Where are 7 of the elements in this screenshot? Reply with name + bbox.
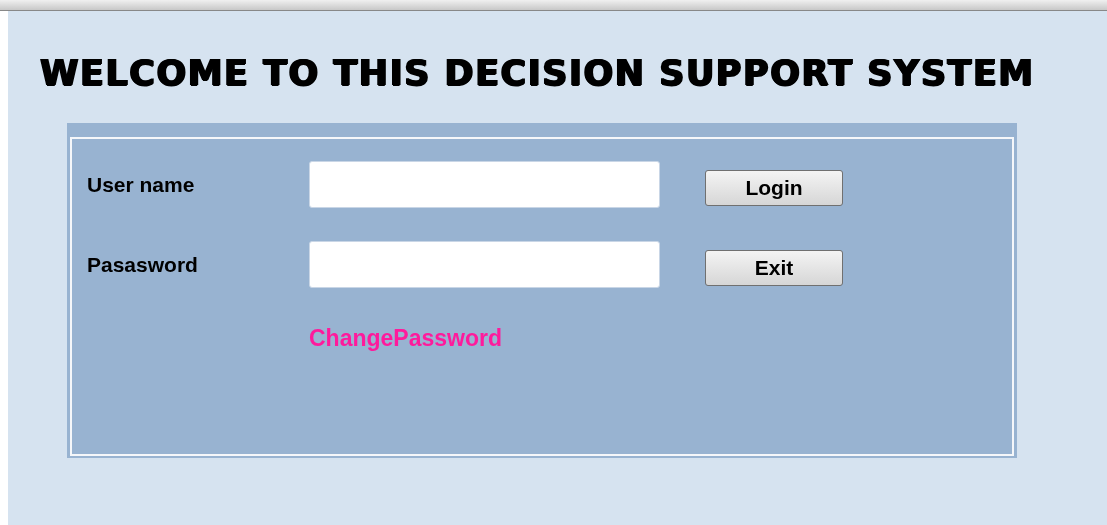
field-label: User name — [87, 171, 196, 198]
exit-button[interactable]: Exit — [705, 249, 843, 286]
login-button[interactable]: Login — [705, 169, 843, 206]
password-field[interactable] — [309, 241, 660, 288]
username-field[interactable] — [309, 161, 660, 208]
welcome-heading: WELCOME TO THIS DECISION SUPPORT SYSTEM — [40, 53, 1035, 93]
field-label: Pasasword — [87, 251, 199, 278]
